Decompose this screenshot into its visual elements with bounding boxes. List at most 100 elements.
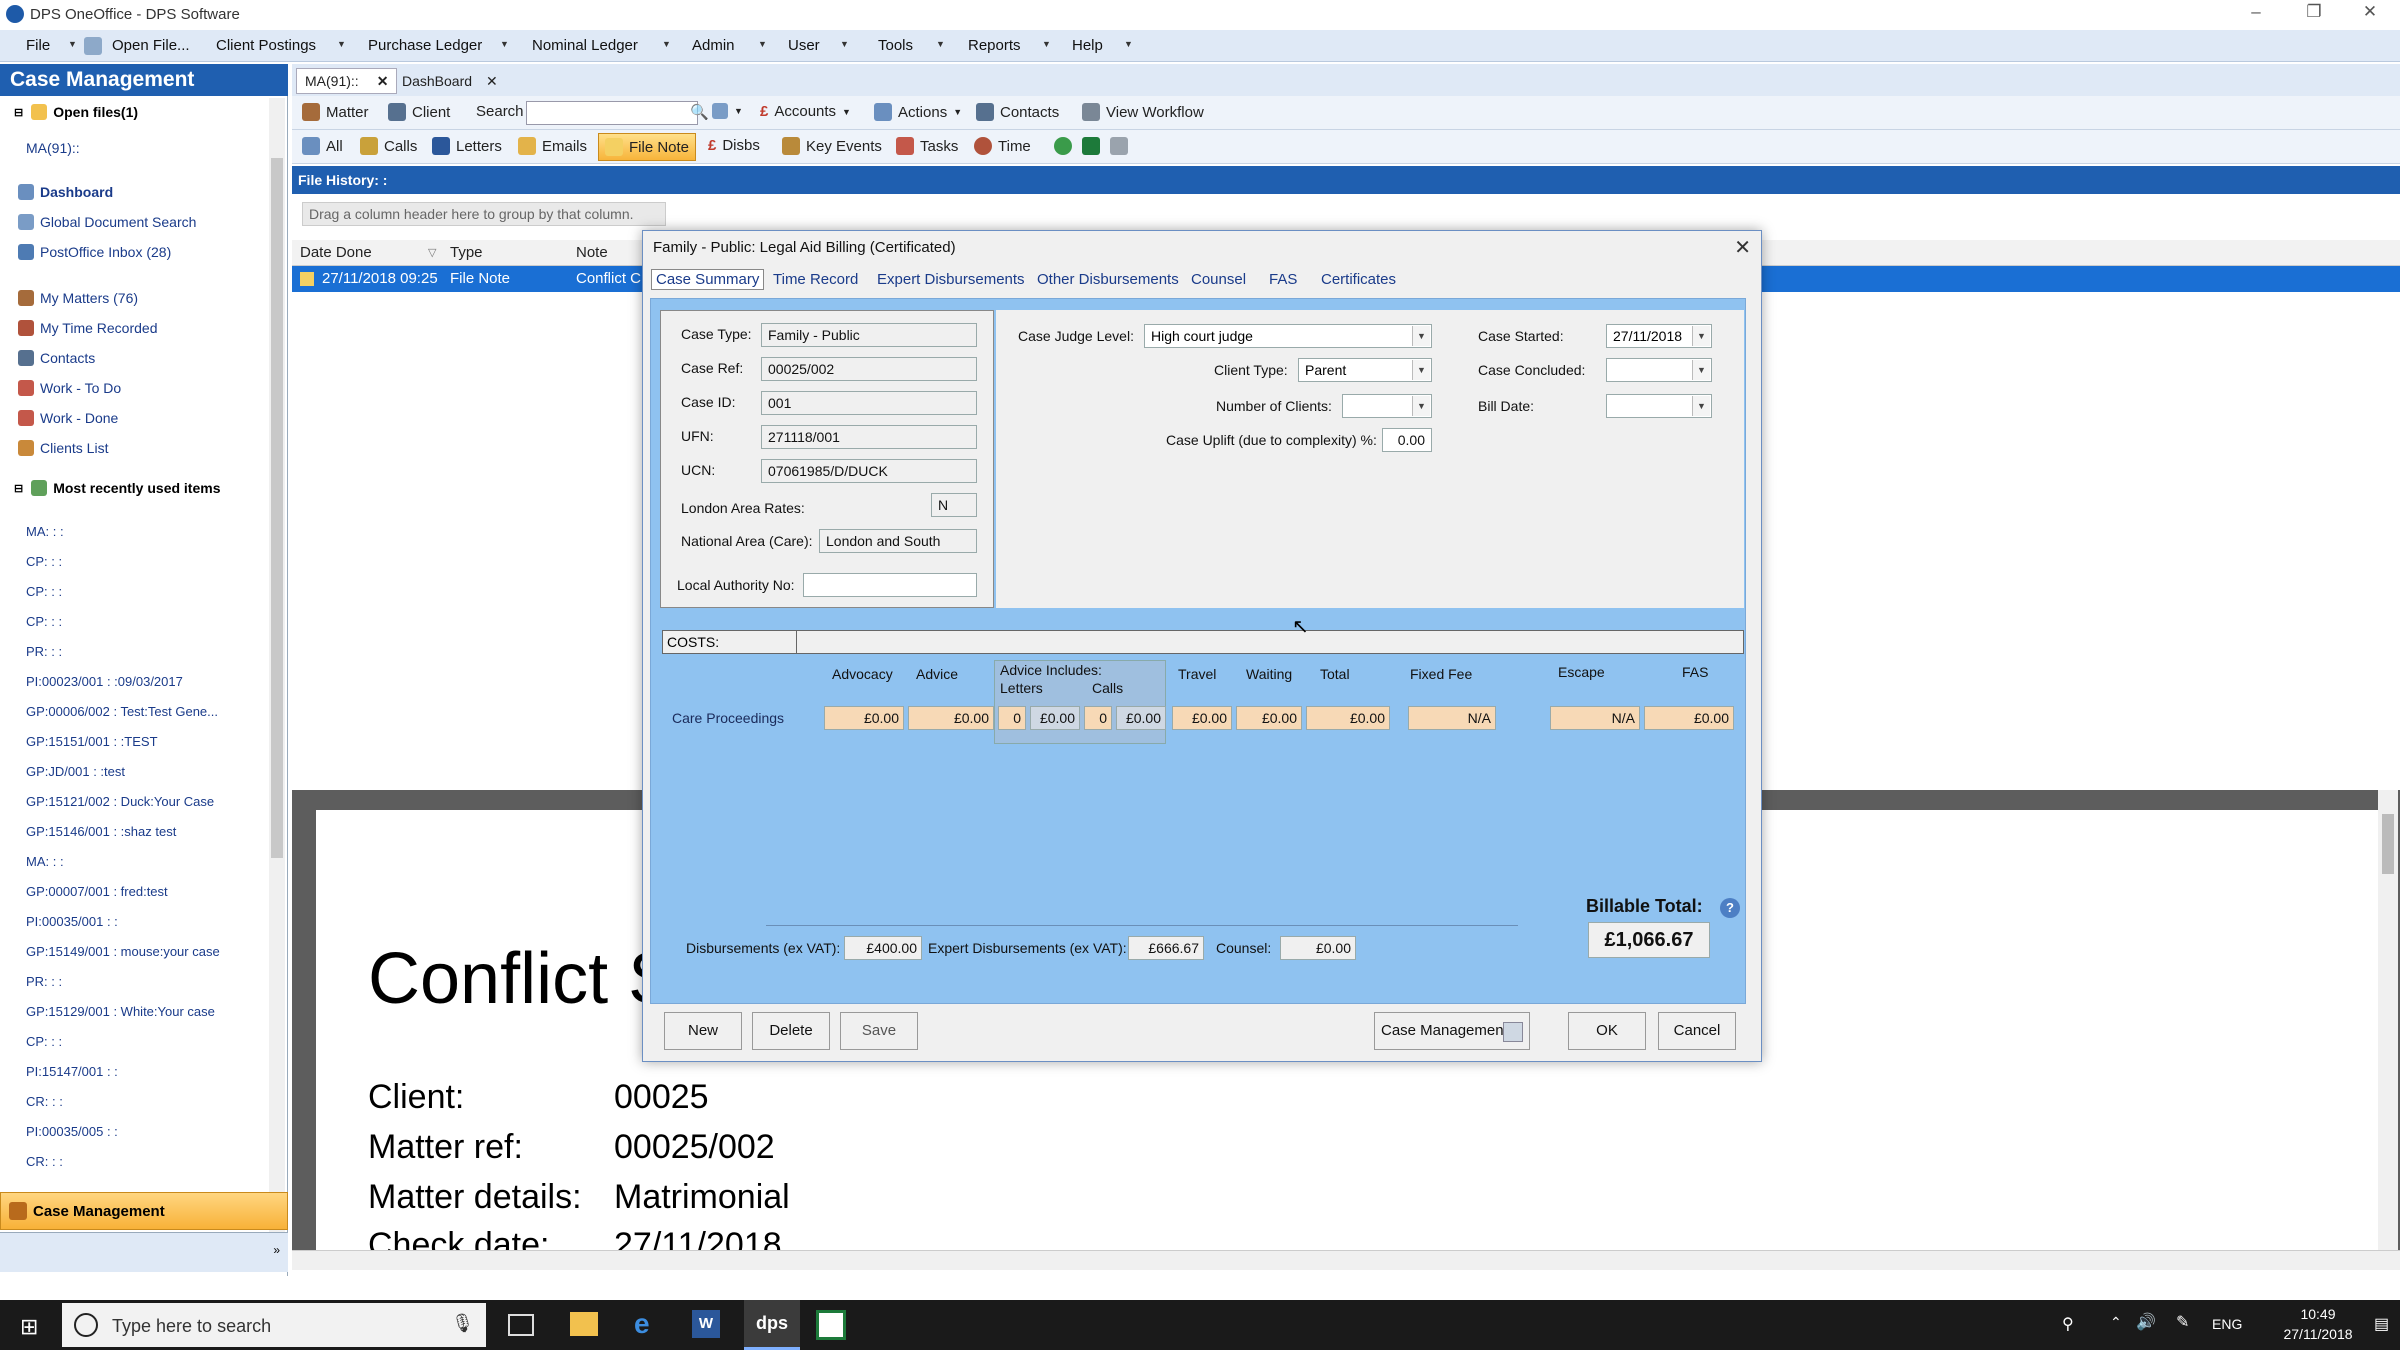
help-icon[interactable]: ?	[1720, 898, 1740, 918]
advocacy-value[interactable]: £0.00	[824, 706, 904, 730]
open-file-item[interactable]: MA(91)::	[26, 140, 80, 156]
mru-item[interactable]: GP:15151/001 : :TEST	[26, 734, 158, 749]
filter-all[interactable]: All	[302, 137, 343, 155]
left-scrollbar[interactable]	[269, 98, 285, 1248]
client-button[interactable]: Client	[388, 103, 450, 121]
mru-item[interactable]: GP:15121/002 : Duck:Your Case	[26, 794, 214, 809]
search-icon[interactable]: 🔍	[690, 103, 709, 121]
tab-fas[interactable]: FAS	[1269, 271, 1297, 288]
language-indicator[interactable]: ENG	[2212, 1316, 2242, 1332]
menu-nominal-ledger[interactable]: Nominal Ledger	[532, 37, 638, 54]
waiting-value[interactable]: £0.00	[1236, 706, 1302, 730]
ok-button[interactable]: OK	[1568, 1012, 1646, 1050]
mru-item[interactable]: MA: : :	[26, 524, 64, 539]
menu-user[interactable]: User	[788, 37, 820, 54]
mru-item[interactable]: GP:JD/001 : :test	[26, 764, 125, 779]
client-type-select[interactable]: Parent ▼	[1298, 358, 1432, 382]
mru-item[interactable]: PI:00035/001 : :	[26, 914, 118, 929]
number-of-clients-select[interactable]: ▼	[1342, 394, 1432, 418]
case-started-date[interactable]: 27/11/2018 ▼	[1606, 324, 1712, 348]
mru-item[interactable]: PI:15147/001 : :	[26, 1064, 118, 1079]
mru-item[interactable]: PR: : :	[26, 974, 62, 989]
nav-work-done[interactable]: Work - Done	[18, 410, 118, 426]
menu-purchase-ledger[interactable]: Purchase Ledger	[368, 37, 482, 54]
nav-my-matters[interactable]: My Matters (76)	[18, 290, 138, 306]
group-by-area[interactable]: Drag a column header here to group by th…	[292, 194, 2400, 234]
edge-browser-icon[interactable]: e	[634, 1310, 662, 1338]
travel-value[interactable]: £0.00	[1172, 706, 1232, 730]
case-management-nav-button[interactable]: Case Management	[0, 1192, 288, 1230]
judge-level-select[interactable]: High court judge ▼	[1144, 324, 1432, 348]
nav-contacts[interactable]: Contacts	[18, 350, 95, 366]
tab-counsel[interactable]: Counsel	[1191, 271, 1246, 288]
menu-admin[interactable]: Admin	[692, 37, 735, 54]
mru-item[interactable]: CP: : :	[26, 1034, 62, 1049]
mru-item[interactable]: GP:15149/001 : mouse:your case	[26, 944, 220, 959]
preview-horizontal-scrollbar[interactable]	[292, 1250, 2400, 1270]
mru-item[interactable]: GP:15129/001 : White:Your case	[26, 1004, 215, 1019]
microphone-icon[interactable]: 🎙	[451, 1313, 474, 1334]
close-window-button[interactable]: ✕	[2342, 2, 2398, 28]
minimize-button[interactable]: –	[2228, 2, 2284, 28]
actions-menu[interactable]: Actions ▼	[874, 103, 962, 121]
refresh-icon[interactable]	[1054, 137, 1078, 155]
print-icon[interactable]	[1110, 137, 1134, 155]
matter-button[interactable]: Matter	[302, 103, 369, 121]
notifications-icon[interactable]: ▤	[2374, 1314, 2389, 1334]
mru-item[interactable]: MA: : :	[26, 854, 64, 869]
advice-value[interactable]: £0.00	[908, 706, 994, 730]
file-explorer-icon[interactable]	[570, 1312, 598, 1336]
menu-tools[interactable]: Tools	[878, 37, 913, 54]
tab-certificates[interactable]: Certificates	[1321, 271, 1396, 288]
mru-item[interactable]: CP: : :	[26, 614, 62, 629]
calls-count[interactable]: 0	[1084, 706, 1112, 730]
volume-icon[interactable]: 🔊	[2136, 1312, 2156, 1332]
close-tab-icon[interactable]: ✕	[377, 73, 389, 90]
nav-clients-list[interactable]: Clients List	[18, 440, 108, 456]
tab-time-record[interactable]: Time Record	[773, 271, 858, 288]
mru-item[interactable]: GP:15146/001 : :shaz test	[26, 824, 176, 839]
restore-button[interactable]: ❐	[2286, 2, 2342, 28]
mru-item[interactable]: CP: : :	[26, 584, 62, 599]
accounts-menu[interactable]: £ Accounts ▼	[760, 103, 851, 120]
nav-pane-options[interactable]: »	[0, 1232, 288, 1272]
column-type[interactable]: Type	[450, 244, 483, 261]
green-app-icon[interactable]	[816, 1310, 846, 1340]
taskbar-search-box[interactable]: Type here to search 🎙	[62, 1303, 486, 1347]
filter-time[interactable]: Time	[974, 137, 1031, 155]
tab-ma91[interactable]: MA(91):: ✕	[296, 68, 398, 94]
task-view-icon[interactable]	[508, 1314, 534, 1336]
menu-reports[interactable]: Reports	[968, 37, 1021, 54]
tab-expert-disbursements[interactable]: Expert Disbursements	[877, 271, 1025, 288]
filter-emails[interactable]: Emails	[518, 137, 587, 155]
save-button[interactable]: Save	[840, 1012, 918, 1050]
nav-global-document-search[interactable]: Global Document Search	[18, 214, 196, 230]
tab-dashboard[interactable]: DashBoard ✕	[394, 68, 506, 94]
mru-node[interactable]: ⊟ Most recently used items	[14, 480, 221, 496]
windows-start-icon[interactable]: ⊞	[20, 1314, 38, 1340]
excel-export-icon[interactable]	[1082, 137, 1106, 155]
mru-item[interactable]: GP:00007/001 : fred:test	[26, 884, 168, 899]
nav-my-time-recorded[interactable]: My Time Recorded	[18, 320, 157, 336]
filter-calls[interactable]: Calls	[360, 137, 417, 155]
menu-open-file[interactable]: Open File...	[112, 37, 190, 54]
people-icon[interactable]: ⚲	[2062, 1314, 2074, 1334]
delete-button[interactable]: Delete	[752, 1012, 830, 1050]
close-tab-icon[interactable]: ✕	[486, 73, 498, 90]
open-files-node[interactable]: ⊟ Open files(1)	[14, 104, 138, 120]
mru-item[interactable]: PI:00035/005 : :	[26, 1124, 118, 1139]
bill-date-select[interactable]: ▼	[1606, 394, 1712, 418]
nav-dashboard[interactable]: Dashboard	[18, 184, 113, 200]
left-scroll-thumb[interactable]	[271, 158, 283, 858]
filter-tasks[interactable]: Tasks	[896, 137, 958, 155]
local-authority-input[interactable]	[803, 573, 977, 597]
mru-item[interactable]: CP: : :	[26, 554, 62, 569]
menu-file[interactable]: File	[26, 37, 50, 54]
column-note[interactable]: Note	[576, 244, 608, 261]
dps-app-icon[interactable]: dps	[744, 1300, 800, 1350]
case-concluded-date[interactable]: ▼	[1606, 358, 1712, 382]
mru-item[interactable]: PI:00023/001 : :09/03/2017	[26, 674, 183, 689]
case-uplift-input[interactable]: 0.00	[1382, 428, 1432, 452]
column-date-done[interactable]: Date Done	[300, 244, 372, 261]
mru-item[interactable]: GP:00006/002 : Test:Test Gene...	[26, 704, 218, 719]
